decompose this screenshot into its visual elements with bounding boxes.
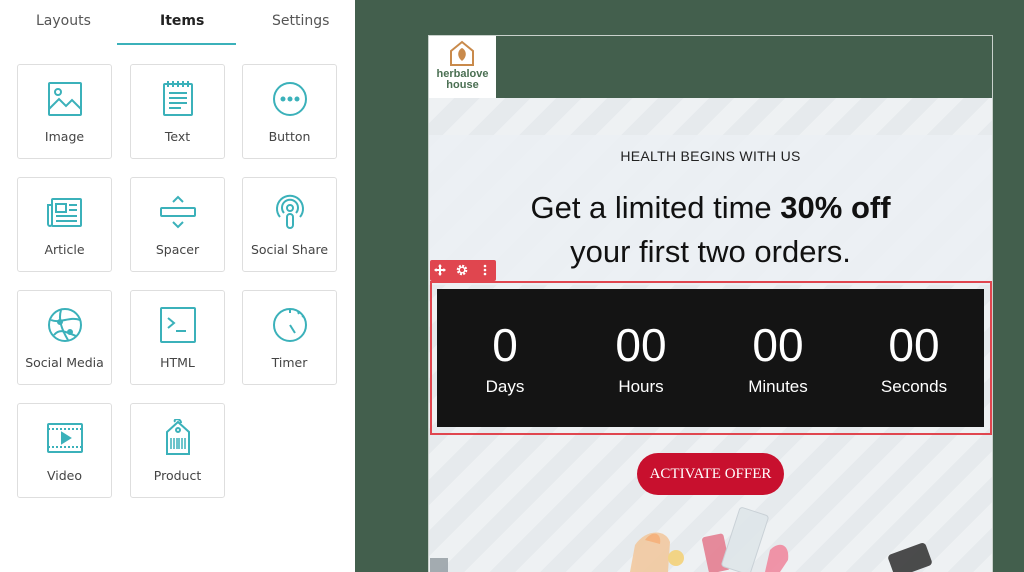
timer-caption: Seconds (880, 377, 948, 396)
panel-tabs: Layouts Items Settings (0, 0, 355, 46)
product-photo (430, 507, 932, 572)
button-icon (271, 80, 309, 118)
timer-hours: 00 Hours (581, 317, 701, 397)
item-label: Article (44, 242, 85, 257)
logo[interactable]: herbalove house (429, 36, 496, 99)
item-social-media[interactable]: Social Media (17, 290, 112, 385)
item-label: Spacer (155, 242, 200, 257)
block-toolbar (430, 260, 496, 281)
timer-seconds: 00 Seconds (854, 317, 974, 397)
item-article[interactable]: Article (17, 177, 112, 272)
spacer-icon (159, 193, 197, 231)
item-image[interactable]: Image (17, 64, 112, 159)
item-label: Text (164, 129, 191, 144)
timer-caption: Minutes (748, 377, 808, 396)
timer-icon (271, 306, 309, 344)
active-tab-indicator (117, 43, 236, 45)
countdown-timer[interactable]: 0 Days 00 Hours 00 Minutes 00 Seconds (437, 289, 984, 427)
item-label: Button (268, 129, 311, 144)
move-icon (434, 264, 446, 276)
items-panel: Layouts Items Settings Image Text Button… (0, 0, 355, 572)
tab-items[interactable]: Items (160, 13, 204, 29)
eyebrow-text[interactable]: HEALTH BEGINS WITH US (429, 148, 992, 164)
gear-icon (456, 264, 468, 276)
item-video[interactable]: Video (17, 403, 112, 498)
item-text[interactable]: Text (130, 64, 225, 159)
move-handle[interactable] (431, 262, 449, 279)
item-label: HTML (160, 355, 195, 370)
block-more-button[interactable] (476, 262, 494, 279)
timer-value: 00 (752, 319, 804, 371)
item-social-share[interactable]: Social Share (242, 177, 337, 272)
timer-value: 00 (888, 319, 940, 371)
article-icon (46, 193, 84, 231)
item-label: Social Share (250, 242, 329, 257)
item-spacer[interactable]: Spacer (130, 177, 225, 272)
video-icon (46, 419, 84, 457)
item-product[interactable]: Product (130, 403, 225, 498)
more-vertical-icon (483, 264, 487, 276)
item-label: Image (44, 129, 85, 144)
block-settings-button[interactable] (453, 262, 471, 279)
html-icon (159, 306, 197, 344)
timer-value: 00 (615, 319, 667, 371)
social-share-icon (271, 193, 309, 231)
image-icon (46, 80, 84, 118)
item-timer[interactable]: Timer (242, 290, 337, 385)
headline-pre: Get a limited time (530, 190, 781, 225)
social-media-icon (46, 306, 84, 344)
email-header: herbalove house (429, 36, 992, 99)
logo-text-line2: house (446, 79, 479, 91)
timer-days: 0 Days (445, 317, 565, 397)
headline-line2: your first two orders. (570, 234, 851, 269)
headline[interactable]: Get a limited time 30% off your first tw… (429, 186, 992, 274)
timer-caption: Hours (618, 377, 664, 396)
house-leaf-icon (450, 40, 474, 66)
item-html[interactable]: HTML (130, 290, 225, 385)
item-label: Video (46, 468, 83, 483)
item-label: Product (153, 468, 202, 483)
timer-minutes: 00 Minutes (718, 317, 838, 397)
item-label: Timer (271, 355, 308, 370)
item-label: Social Media (25, 355, 104, 370)
tab-settings[interactable]: Settings (272, 13, 329, 29)
text-icon (159, 80, 197, 118)
activate-offer-button[interactable]: ACTIVATE OFFER (637, 453, 784, 495)
timer-value: 0 (492, 319, 518, 371)
tab-layouts[interactable]: Layouts (36, 13, 91, 29)
timer-caption: Days (485, 377, 525, 396)
product-icon (159, 419, 197, 457)
headline-bold: 30% off (780, 190, 891, 225)
item-button[interactable]: Button (242, 64, 337, 159)
